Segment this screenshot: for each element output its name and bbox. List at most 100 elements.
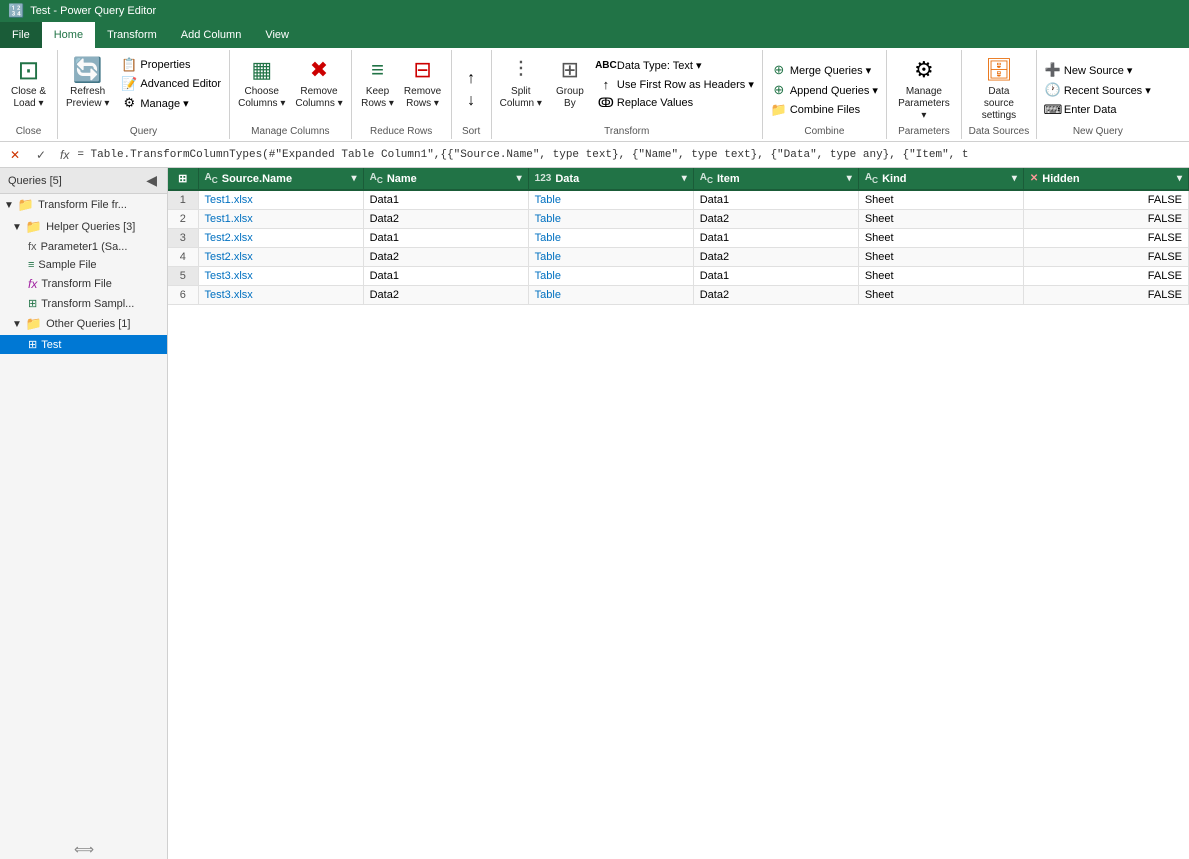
row-num-icon: ⊞ — [178, 172, 187, 185]
new-source-button[interactable]: ➕ New Source ▾ — [1041, 61, 1137, 79]
formula-cancel-button[interactable]: ✕ — [4, 145, 26, 165]
sidebar-item-sample-file[interactable]: ≡ Sample File — [0, 256, 167, 274]
manage-label: Manage ▾ — [140, 97, 188, 110]
source-name-cell: Test3.xlsx — [198, 267, 363, 286]
ribbon-group-manage-columns: ▦ ChooseColumns ▾ ✖ RemoveColumns ▾ Mana… — [230, 50, 352, 139]
sidebar-item-transform-sample[interactable]: ⊞ Transform Sampl... — [0, 294, 167, 313]
tab-transform[interactable]: Transform — [95, 22, 169, 48]
ribbon-group-combine: ⊕ Merge Queries ▾ ⊕ Append Queries ▾ 📁 C… — [763, 50, 887, 139]
item-cell: Data1 — [693, 190, 858, 210]
item-filter[interactable]: ▾ — [847, 173, 852, 184]
combine-files-label: Combine Files — [790, 104, 860, 116]
name-filter[interactable]: ▾ — [517, 173, 522, 184]
group-by-button[interactable]: ⊞ GroupBy — [550, 52, 590, 112]
remove-columns-button[interactable]: ✖ RemoveColumns ▾ — [291, 52, 346, 112]
manage-parameters-button[interactable]: ⚙ ManageParameters ▾ — [894, 52, 954, 124]
col-header-name[interactable]: AC Name ▾ — [363, 168, 528, 190]
remove-rows-button[interactable]: ⊟ RemoveRows ▾ — [400, 52, 445, 112]
replace-values-icon: ↂ — [598, 95, 614, 111]
manage-button[interactable]: ⚙ Manage ▾ — [117, 94, 225, 112]
item-cell: Data2 — [693, 210, 858, 229]
data-label: Data — [555, 173, 579, 185]
data-source-settings-button[interactable]: 🗄 Data sourcesettings — [969, 52, 1029, 124]
fx-label: fx — [56, 148, 73, 162]
hidden-filter[interactable]: ▾ — [1177, 173, 1182, 184]
sidebar-collapse-button[interactable]: ◀ — [144, 172, 159, 189]
test-table-icon: ⊞ — [28, 338, 37, 351]
formula-input[interactable] — [77, 149, 1185, 161]
close-load-button[interactable]: ⊡ Close &Load ▾ — [7, 52, 50, 112]
ribbon-group-query: 🔄 RefreshPreview ▾ 📋 Properties 📝 Advanc… — [58, 50, 230, 139]
advanced-editor-icon: 📝 — [121, 76, 137, 92]
enter-data-button[interactable]: ⌨ Enter Data — [1041, 101, 1121, 119]
tab-file[interactable]: File — [0, 22, 42, 48]
data-type-icon: ABC — [598, 57, 614, 73]
replace-values-button[interactable]: ↂ Replace Values — [594, 94, 758, 112]
col-header-hidden[interactable]: ✕ Hidden ▾ — [1023, 168, 1188, 190]
row-num-cell: 3 — [168, 229, 198, 248]
properties-button[interactable]: 📋 Properties — [117, 56, 225, 74]
hidden-cell: FALSE — [1023, 267, 1188, 286]
sidebar-item-transform-file-fn[interactable]: fx Transform File — [0, 274, 167, 294]
sidebar-header-text: Queries [5] — [8, 175, 62, 187]
sidebar-resize-handle[interactable]: ⟺ — [0, 839, 168, 859]
col-header-kind[interactable]: AC Kind ▾ — [858, 168, 1023, 190]
sidebar-item-test[interactable]: ⊞ Test — [0, 335, 167, 354]
tab-home[interactable]: Home — [42, 22, 95, 48]
group-by-icon: ⊞ — [554, 54, 586, 86]
kind-cell: Sheet — [858, 190, 1023, 210]
data-type-badge: 123 — [535, 173, 552, 184]
data-cell: Table — [528, 190, 693, 210]
new-source-icon: ➕ — [1045, 62, 1061, 78]
hidden-type: ✕ — [1030, 173, 1038, 184]
kind-filter[interactable]: ▾ — [1012, 173, 1017, 184]
col-header-source-name[interactable]: AC Source.Name ▾ — [198, 168, 363, 190]
hidden-cell: FALSE — [1023, 248, 1188, 267]
tab-add-column[interactable]: Add Column — [169, 22, 254, 48]
sort-desc-button[interactable]: ↓ — [463, 91, 479, 111]
hidden-cell: FALSE — [1023, 210, 1188, 229]
tab-view[interactable]: View — [253, 22, 301, 48]
sample-file-icon: ≡ — [28, 259, 34, 271]
sidebar-item-parameter1[interactable]: fx Parameter1 (Sa... — [0, 238, 167, 256]
recent-sources-icon: 🕐 — [1045, 82, 1061, 98]
ribbon-tabs: File Home Transform Add Column View — [0, 22, 1189, 48]
sidebar-group-other-queries[interactable]: ▼ 📁 Other Queries [1] — [0, 313, 167, 335]
append-queries-button[interactable]: ⊕ Append Queries ▾ — [767, 81, 882, 99]
main-area: Queries [5] ◀ ▼ 📁 Transform File fr... ▼… — [0, 168, 1189, 859]
sort-asc-button[interactable]: ↑ — [463, 69, 479, 89]
kind-cell: Sheet — [858, 210, 1023, 229]
sidebar-group-helper-queries[interactable]: ▼ 📁 Helper Queries [3] — [0, 216, 167, 238]
table-row: 3 Test2.xlsx Data1 Table Data1 Sheet FAL… — [168, 229, 1189, 248]
merge-queries-button[interactable]: ⊕ Merge Queries ▾ — [767, 61, 875, 79]
properties-icon: 📋 — [121, 57, 137, 73]
combine-files-button[interactable]: 📁 Combine Files — [767, 101, 864, 119]
keep-rows-button[interactable]: ≡ KeepRows ▾ — [357, 52, 398, 112]
ribbon-group-transform: ⫶ SplitColumn ▾ ⊞ GroupBy ABC Data Type:… — [492, 50, 763, 139]
source-name-filter[interactable]: ▾ — [352, 173, 357, 184]
data-cell: Table — [528, 229, 693, 248]
split-column-button[interactable]: ⫶ SplitColumn ▾ — [496, 52, 546, 112]
close-load-icon: ⊡ — [12, 54, 44, 86]
formula-accept-button[interactable]: ✓ — [30, 145, 52, 165]
recent-sources-button[interactable]: 🕐 Recent Sources ▾ — [1041, 81, 1155, 99]
transform-file-label: Transform File fr... — [38, 199, 127, 211]
data-type-button[interactable]: ABC Data Type: Text ▾ — [594, 56, 758, 74]
sidebar-group-transform-file[interactable]: ▼ 📁 Transform File fr... — [0, 194, 167, 216]
item-cell: Data2 — [693, 286, 858, 305]
choose-columns-button[interactable]: ▦ ChooseColumns ▾ — [234, 52, 289, 112]
sidebar-empty-area — [0, 354, 167, 839]
refresh-preview-button[interactable]: 🔄 RefreshPreview ▾ — [62, 52, 113, 112]
use-first-row-button[interactable]: ↑ Use First Row as Headers ▾ — [594, 75, 758, 93]
ribbon-group-new-query: ➕ New Source ▾ 🕐 Recent Sources ▾ ⌨ Ente… — [1037, 50, 1159, 139]
refresh-preview-icon: 🔄 — [72, 54, 104, 86]
source-name-label: Source.Name — [222, 173, 292, 185]
item-cell: Data2 — [693, 248, 858, 267]
col-header-item[interactable]: AC Item ▾ — [693, 168, 858, 190]
transform-file-fn-icon: fx — [28, 277, 37, 291]
advanced-editor-button[interactable]: 📝 Advanced Editor — [117, 75, 225, 93]
col-header-data[interactable]: 123 Data ▾ — [528, 168, 693, 190]
data-filter[interactable]: ▾ — [682, 173, 687, 184]
test-label: Test — [41, 339, 61, 351]
table-row: 2 Test1.xlsx Data2 Table Data2 Sheet FAL… — [168, 210, 1189, 229]
